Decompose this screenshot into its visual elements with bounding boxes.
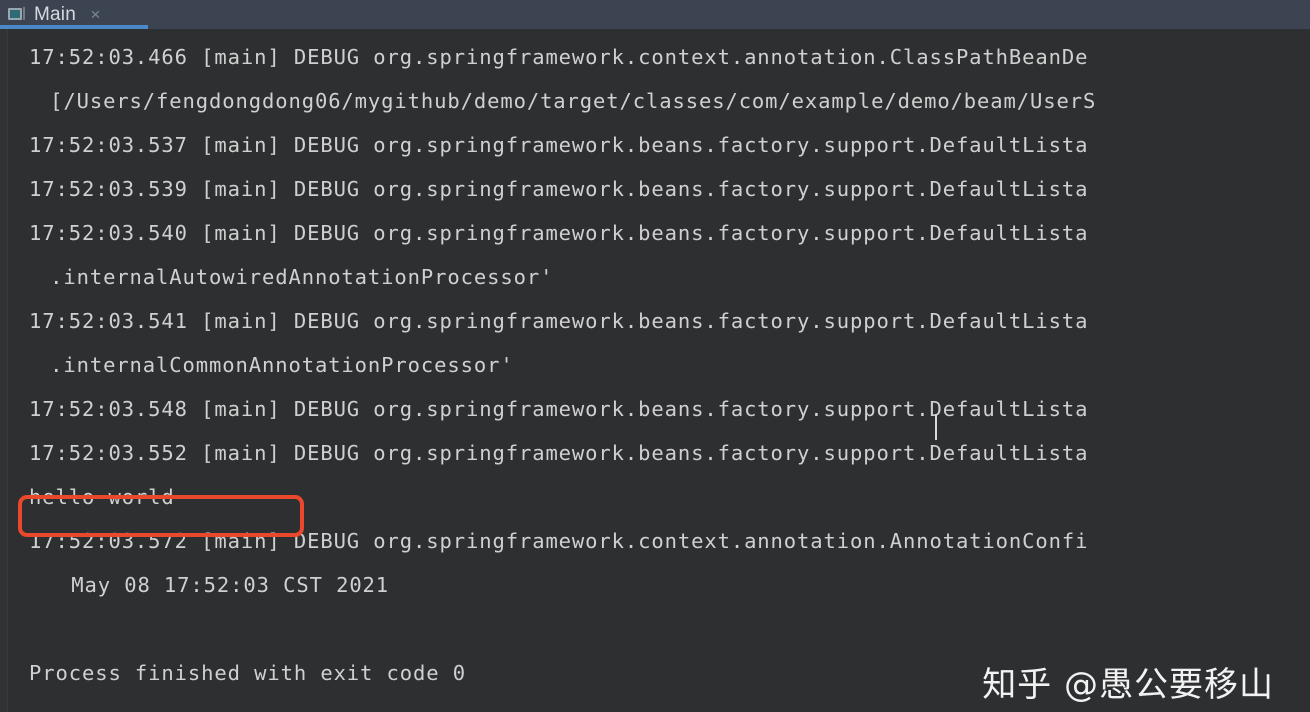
hello-world-highlight-box: [18, 495, 304, 537]
console-lines: 17:52:03.466 [main] DEBUG org.springfram…: [9, 29, 1310, 712]
log-line-7: 17:52:03.541 [main] DEBUG org.springfram…: [29, 309, 1089, 333]
log-line-5: 17:52:03.540 [main] DEBUG org.springfram…: [29, 221, 1089, 245]
log-line-1: 17:52:03.466 [main] DEBUG org.springfram…: [29, 45, 1089, 69]
log-line-10: 17:52:03.552 [main] DEBUG org.springfram…: [29, 441, 1089, 465]
log-line-6: .internalAutowiredAnnotationProcessor': [50, 265, 554, 289]
console-output-area[interactable]: 17:52:03.466 [main] DEBUG org.springfram…: [0, 29, 1310, 712]
log-line-8: .internalCommonAnnotationProcessor': [50, 353, 514, 377]
log-line-4: 17:52:03.539 [main] DEBUG org.springfram…: [29, 177, 1089, 201]
close-icon[interactable]: ×: [88, 6, 103, 23]
program-output-date: May 08 17:52:03 CST 2021: [71, 573, 390, 597]
log-line-3: 17:52:03.537 [main] DEBUG org.springfram…: [29, 133, 1089, 157]
log-line-9: 17:52:03.548 [main] DEBUG org.springfram…: [29, 397, 1089, 421]
console-window: Main × 17:52:03.466 [main] DEBUG org.spr…: [0, 0, 1310, 712]
process-finished-line: Process finished with exit code 0: [29, 661, 466, 685]
console-tab-bar: Main ×: [0, 0, 1310, 29]
console-gutter: [0, 29, 8, 712]
log-line-2: [/Users/fengdongdong06/mygithub/demo/tar…: [50, 89, 1097, 113]
text-caret: [935, 414, 937, 440]
console-window-icon: [8, 7, 25, 22]
watermark-text: 知乎 @愚公要移山: [982, 665, 1274, 705]
